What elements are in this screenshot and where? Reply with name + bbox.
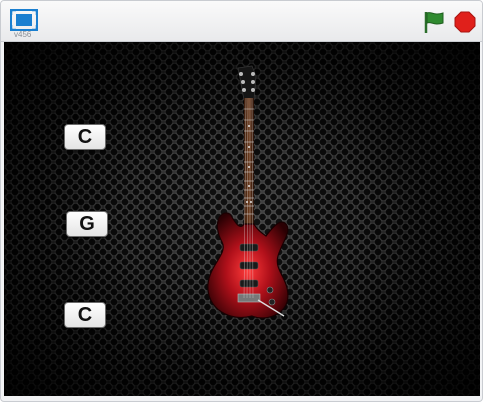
guitar-sprite[interactable]	[200, 64, 300, 326]
chord-button-g[interactable]: G	[66, 211, 108, 237]
chord-button-c-top[interactable]: C	[64, 124, 106, 150]
version-label: v456	[14, 30, 32, 39]
scratch-player: v456 C G C	[0, 0, 483, 402]
chord-button-c-bottom[interactable]: C	[64, 302, 106, 328]
player-toolbar: v456	[1, 1, 482, 42]
stop-sign-icon[interactable]	[454, 11, 476, 33]
green-flag-icon[interactable]	[422, 10, 446, 34]
stage: C G C	[4, 42, 480, 396]
fullscreen-icon[interactable]	[9, 8, 39, 32]
